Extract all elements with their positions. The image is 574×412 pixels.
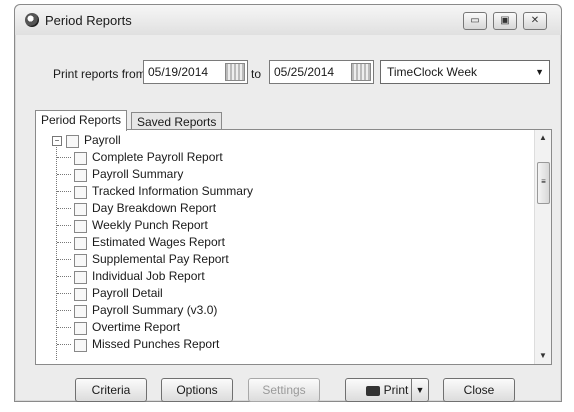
tree-item[interactable]: Missed Punches Report	[92, 336, 219, 353]
period-reports-panel: − Payroll Complete Payroll Report Payroll…	[35, 129, 552, 365]
print-button-label: Print	[383, 383, 409, 397]
tree-item[interactable]: Individual Job Report	[92, 268, 205, 285]
tree-item[interactable]: Tracked Information Summary	[92, 183, 253, 200]
report-checkbox[interactable]	[74, 186, 87, 199]
report-checkbox[interactable]	[74, 169, 87, 182]
title-bar[interactable]: Period Reports ▭ ▣ ✕	[15, 5, 561, 35]
period-select-value: TimeClock Week	[387, 65, 478, 79]
tree-connector	[57, 276, 71, 277]
close-window-button[interactable]: ✕	[523, 12, 547, 30]
tree-connector	[57, 344, 71, 345]
print-button[interactable]: Print ▼	[345, 378, 429, 402]
end-date-field[interactable]: 05/25/2014	[269, 60, 374, 84]
scroll-down-icon[interactable]: ▼	[535, 348, 551, 364]
tree-item[interactable]: Supplemental Pay Report	[92, 251, 229, 268]
settings-button[interactable]: Settings	[248, 378, 320, 402]
options-button[interactable]: Options	[161, 378, 233, 402]
close-button[interactable]: Close	[443, 378, 515, 402]
tree-item[interactable]: Overtime Report	[92, 319, 180, 336]
collapse-icon[interactable]: −	[52, 136, 62, 146]
report-checkbox[interactable]	[74, 271, 87, 284]
tree-connector	[57, 242, 71, 243]
tree-item[interactable]: Payroll Summary	[92, 166, 183, 183]
report-checkbox[interactable]	[74, 339, 87, 352]
tree-item[interactable]: Payroll Detail	[92, 285, 163, 302]
report-checkbox[interactable]	[74, 220, 87, 233]
print-from-label: Print reports from	[53, 67, 146, 81]
scroll-up-icon[interactable]: ▲	[535, 130, 551, 146]
report-checkbox[interactable]	[74, 254, 87, 267]
tree-connector	[57, 174, 71, 175]
tree-item[interactable]: Complete Payroll Report	[92, 149, 223, 166]
printer-icon	[365, 385, 380, 396]
tree-item[interactable]: Weekly Punch Report	[92, 217, 208, 234]
report-tree[interactable]: − Payroll Complete Payroll Report Payroll…	[42, 132, 527, 360]
tree-connector	[57, 225, 71, 226]
clock-icon	[25, 13, 39, 27]
tree-item[interactable]: Payroll Summary (v3.0)	[92, 302, 217, 319]
chevron-down-icon[interactable]: ▼	[535, 67, 544, 77]
tree-connector	[57, 208, 71, 209]
checkbox-payroll[interactable]	[66, 135, 79, 148]
tree-connector	[57, 259, 71, 260]
tree-item[interactable]: Estimated Wages Report	[92, 234, 225, 251]
start-date-field[interactable]: 05/19/2014	[143, 60, 248, 84]
end-date-value: 05/25/2014	[274, 65, 335, 79]
maximize-button[interactable]: ▣	[493, 12, 517, 30]
chevron-down-icon[interactable]: ▼	[411, 379, 428, 401]
report-checkbox[interactable]	[74, 322, 87, 335]
tree-connector	[57, 310, 71, 311]
to-label: to	[251, 67, 262, 81]
vertical-scrollbar[interactable]: ▲ ≡ ▼	[534, 130, 551, 364]
period-reports-window: Period Reports ▭ ▣ ✕ Print reports from …	[14, 4, 562, 402]
report-checkbox[interactable]	[74, 203, 87, 216]
report-checkbox[interactable]	[74, 305, 87, 318]
criteria-button[interactable]: Criteria	[75, 378, 147, 402]
report-checkbox[interactable]	[74, 152, 87, 165]
tree-connector	[57, 293, 71, 294]
tree-root-payroll[interactable]: Payroll	[84, 132, 121, 149]
minimize-button[interactable]: ▭	[463, 12, 487, 30]
window-title: Period Reports	[45, 13, 132, 28]
start-date-value: 05/19/2014	[148, 65, 209, 79]
calendar-icon[interactable]	[351, 63, 371, 81]
period-select[interactable]: TimeClock Week ▼	[380, 60, 550, 84]
report-checkbox[interactable]	[74, 288, 87, 301]
calendar-icon[interactable]	[225, 63, 245, 81]
report-checkbox[interactable]	[74, 237, 87, 250]
tab-period-reports[interactable]: Period Reports	[35, 110, 128, 131]
tree-connector	[57, 191, 71, 192]
tree-connector	[57, 157, 71, 158]
tree-connector	[57, 327, 71, 328]
scroll-thumb[interactable]: ≡	[537, 162, 550, 204]
tree-item[interactable]: Day Breakdown Report	[92, 200, 216, 217]
